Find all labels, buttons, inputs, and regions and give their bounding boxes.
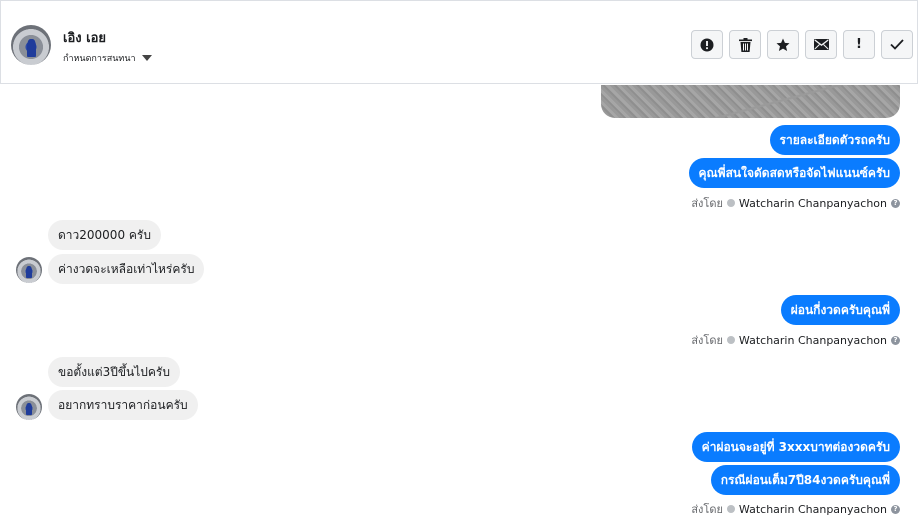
- mark-done-button[interactable]: [881, 30, 913, 59]
- follow-up-button[interactable]: !: [843, 30, 875, 59]
- sent-by-prefix: ส่งโดย: [691, 334, 723, 347]
- incoming-message[interactable]: ค่างวดจะเหลือเท่าไหร่ครับ: [48, 254, 205, 284]
- sent-by-label: ส่งโดย Watcharin Chanpanyachon ?: [691, 194, 900, 212]
- spam-icon: [700, 38, 714, 51]
- sent-by-label: ส่งโดย Watcharin Chanpanyachon ?: [691, 331, 900, 349]
- shared-photo-attachment[interactable]: [601, 85, 900, 118]
- mark-spam-button[interactable]: [691, 30, 723, 59]
- incoming-message[interactable]: อยากทราบราคาก่อนครับ: [48, 390, 198, 420]
- sent-by-prefix: ส่งโดย: [691, 503, 723, 516]
- assign-conversation-dropdown[interactable]: กำหนดการสนทนา: [63, 51, 152, 65]
- sent-by-prefix: ส่งโดย: [691, 197, 723, 210]
- contact-avatar-small[interactable]: [16, 257, 42, 283]
- star-icon: [776, 38, 790, 51]
- help-icon[interactable]: ?: [891, 504, 900, 514]
- exclamation-icon: !: [856, 37, 862, 52]
- sent-by-label: ส่งโดย Watcharin Chanpanyachon ?: [691, 500, 900, 518]
- action-toolbar: !: [691, 30, 913, 59]
- assign-label: กำหนดการสนทนา: [63, 54, 136, 64]
- help-icon[interactable]: ?: [891, 335, 900, 345]
- incoming-message[interactable]: ขอตั้งแต่3ปีขึ้นไปครับ: [48, 357, 180, 387]
- star-button[interactable]: [767, 30, 799, 59]
- sender-name[interactable]: Watcharin Chanpanyachon: [739, 334, 887, 347]
- caret-down-icon: [141, 55, 152, 61]
- sender-name[interactable]: Watcharin Chanpanyachon: [739, 503, 887, 516]
- outgoing-message[interactable]: รายละเอียดตัวรถครับ: [769, 125, 900, 155]
- check-icon: [890, 39, 904, 50]
- trash-icon: [738, 37, 752, 52]
- page-dot-icon: [726, 505, 735, 513]
- contact-name[interactable]: เอิง เอย: [63, 27, 106, 48]
- outgoing-message[interactable]: ผ่อนกี่งวดครับคุณพี่: [780, 295, 900, 325]
- page-dot-icon: [726, 199, 735, 207]
- delete-button[interactable]: [729, 30, 761, 59]
- help-icon[interactable]: ?: [891, 198, 900, 208]
- conversation-header: เอิง เอย กำหนดการสนทนา !: [0, 0, 918, 84]
- page-dot-icon: [726, 336, 735, 344]
- mail-icon: [813, 39, 829, 50]
- contact-avatar-small[interactable]: [16, 394, 42, 420]
- mark-unread-button[interactable]: [805, 30, 837, 59]
- outgoing-message[interactable]: คุณพี่สนใจดัดสดหรือจัดไฟแนนซ์ครับ: [688, 158, 900, 188]
- outgoing-message[interactable]: กรณีผ่อนเต็ม7ปี84งวดครับคุณพี่: [710, 465, 900, 495]
- sender-name[interactable]: Watcharin Chanpanyachon: [739, 197, 887, 210]
- outgoing-message[interactable]: ค่าผ่อนจะอยู่ที่ 3xxxบาทต่องวดครับ: [691, 432, 900, 462]
- incoming-message[interactable]: ดาว200000 ครับ: [48, 220, 161, 250]
- contact-avatar[interactable]: [11, 25, 51, 65]
